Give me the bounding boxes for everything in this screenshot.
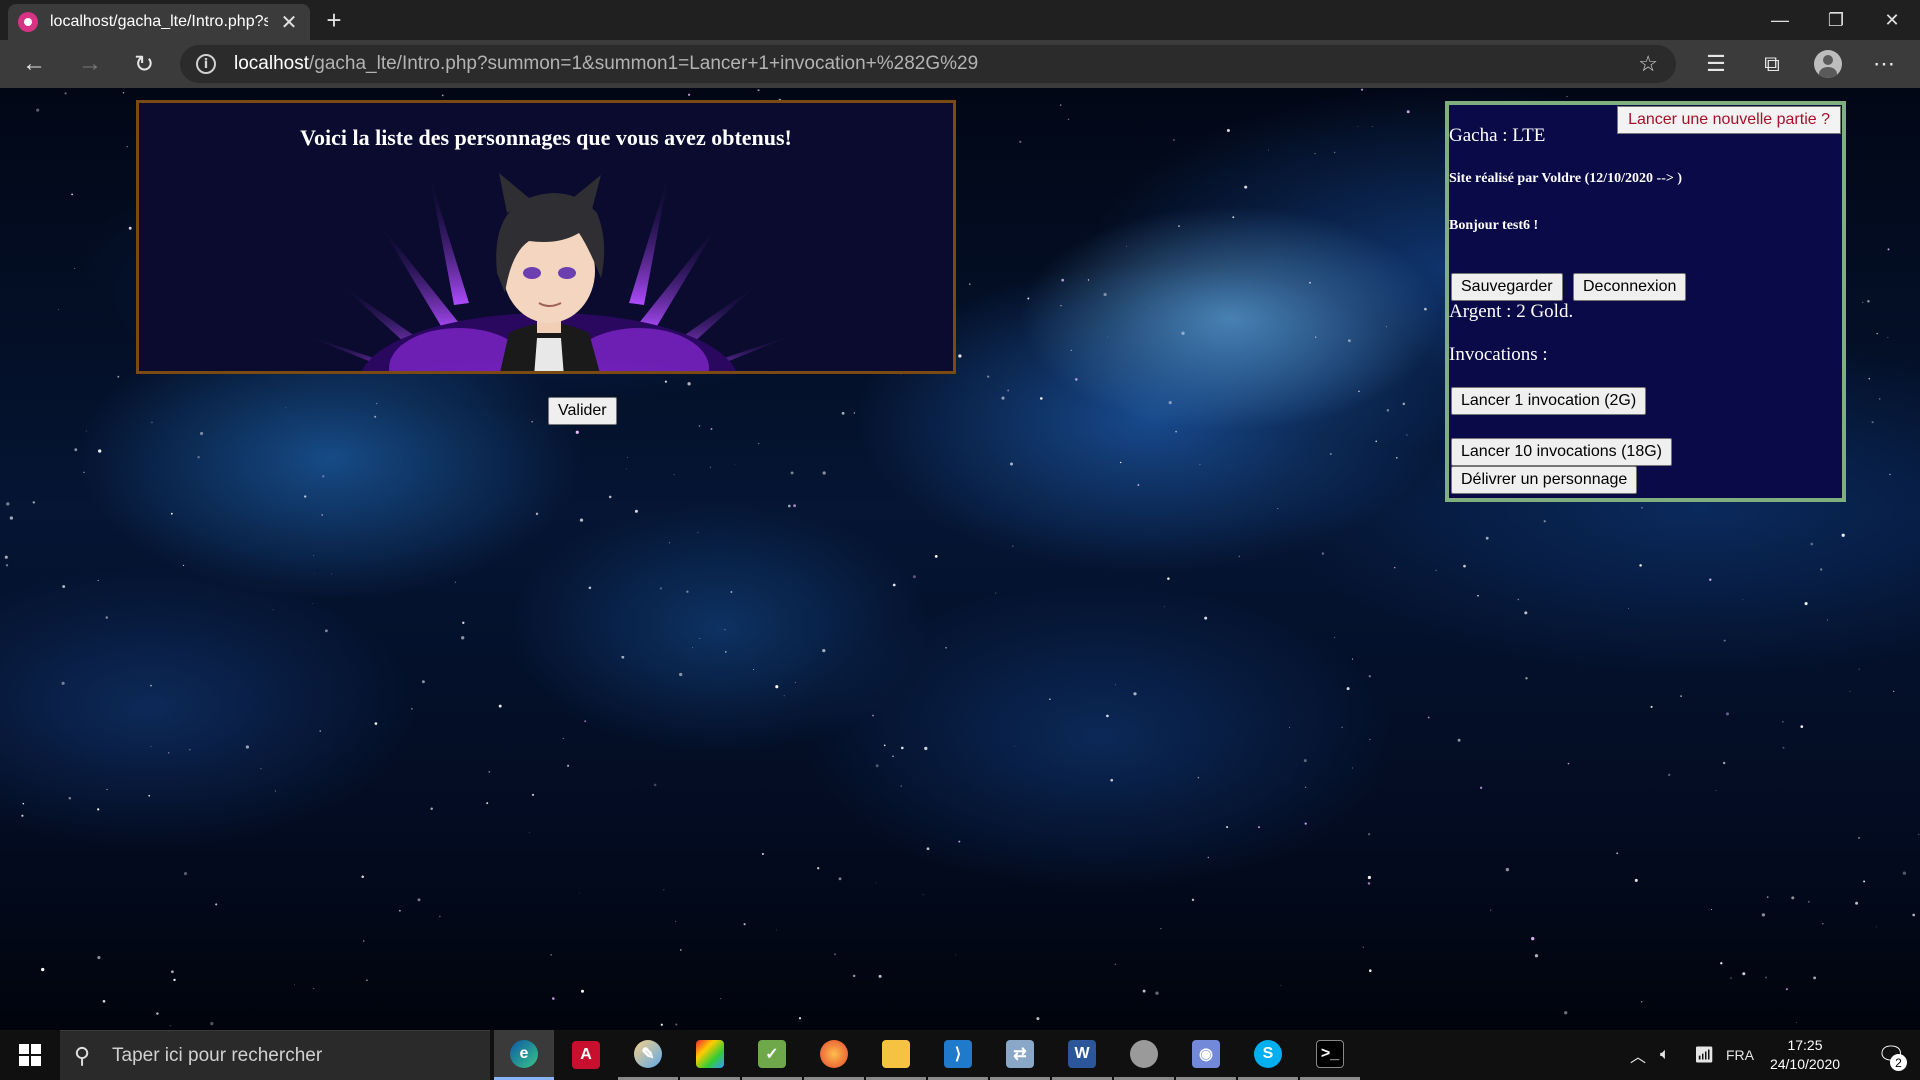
logout-button[interactable]: Deconnexion (1573, 273, 1687, 301)
windows-logo-icon (19, 1044, 41, 1066)
network-icon[interactable]: ⇄ (990, 1030, 1050, 1080)
browser-tab[interactable]: localhost/gacha_lte/Intro.php?su ✕ (8, 4, 310, 40)
profile-icon[interactable] (1808, 46, 1848, 82)
close-window-icon[interactable]: ✕ (1864, 0, 1920, 40)
favorites-list-icon[interactable]: ☰ (1696, 46, 1736, 82)
summon-one-button[interactable]: Lancer 1 invocation (2G) (1451, 387, 1647, 415)
acrobat-icon[interactable]: A (556, 1030, 616, 1080)
refresh-icon[interactable]: ↻ (124, 46, 164, 82)
money-balance: Argent : 2 Gold. (1449, 301, 1574, 322)
new-tab-icon[interactable]: + (316, 4, 352, 36)
edge-icon[interactable]: e (494, 1030, 554, 1080)
firefox-icon[interactable] (804, 1030, 864, 1080)
site-info-icon[interactable]: i (196, 54, 216, 74)
game-side-panel: Lancer une nouvelle partie ? Gacha : LTE… (1445, 101, 1846, 502)
validate-button[interactable]: Valider (548, 397, 617, 425)
user-greeting: Bonjour test6 ! (1449, 218, 1539, 233)
restore-icon[interactable]: ❐ (1808, 0, 1864, 40)
site-favicon-icon (18, 12, 38, 32)
windows-taskbar: ⚲ Taper ici pour rechercher e A ✎ ✓ ⟩ ⇄ … (0, 1030, 1920, 1080)
search-placeholder: Taper ici pour rechercher (112, 1044, 323, 1066)
minimize-icon[interactable]: — (1752, 0, 1808, 40)
browser-tab-bar: localhost/gacha_lte/Intro.php?su ✕ + — ❐… (0, 0, 1920, 40)
invocations-heading: Invocations : (1449, 344, 1548, 365)
release-character-button[interactable]: Délivrer un personnage (1451, 466, 1638, 494)
back-icon[interactable]: ← (14, 46, 54, 82)
colors-icon[interactable] (680, 1030, 740, 1080)
skype-icon[interactable]: S (1238, 1030, 1298, 1080)
forward-icon[interactable]: → (70, 46, 110, 82)
disc-icon[interactable] (1114, 1030, 1174, 1080)
tab-title: localhost/gacha_lte/Intro.php?su (50, 13, 268, 30)
favorite-star-icon[interactable]: ☆ (1638, 51, 1658, 77)
save-button[interactable]: Sauvegarder (1451, 273, 1563, 301)
result-title: Voici la liste des personnages que vous … (300, 125, 792, 150)
word-icon[interactable]: W (1052, 1030, 1112, 1080)
game-name: Gacha : LTE (1449, 125, 1546, 146)
url-text[interactable]: localhost/gacha_lte/Intro.php?summon=1&s… (234, 53, 978, 75)
volume-icon[interactable]: 🔈︎ (1660, 1030, 1670, 1080)
summon-ten-button[interactable]: Lancer 10 invocations (18G) (1451, 438, 1672, 466)
discord-icon[interactable]: ◉ (1176, 1030, 1236, 1080)
clock-time: 17:25 (1787, 1037, 1823, 1053)
browser-toolbar: ← → ↻ i localhost/gacha_lte/Intro.php?su… (0, 40, 1920, 88)
character-portrait-image (299, 173, 799, 371)
address-bar[interactable]: i localhost/gacha_lte/Intro.php?summon=1… (180, 45, 1676, 83)
collections-icon[interactable]: ⧉ (1752, 46, 1792, 82)
paint-icon[interactable]: ✎ (618, 1030, 678, 1080)
search-icon: ⚲ (74, 1042, 91, 1068)
explorer-icon[interactable] (866, 1030, 926, 1080)
more-options-icon[interactable]: ⋯ (1864, 46, 1904, 82)
show-hidden-icons-icon[interactable]: ︿ (1630, 1030, 1646, 1080)
terminal-icon[interactable]: >_ (1300, 1030, 1360, 1080)
taskbar-search-box[interactable]: ⚲ Taper ici pour rechercher (60, 1030, 490, 1080)
summon-result-panel: Voici la liste des personnages que vous … (136, 100, 956, 374)
wifi-icon[interactable]: 📶︎ (1694, 1030, 1714, 1080)
notification-badge: 2 (1890, 1054, 1907, 1071)
clock-date: 24/10/2020 (1769, 1056, 1841, 1072)
notification-center-icon[interactable]: 🗨︎ 2 (1862, 1030, 1920, 1080)
site-credit: Site réalisé par Voldre (12/10/2020 --> … (1449, 171, 1682, 186)
tab-close-icon[interactable]: ✕ (280, 10, 298, 35)
page-viewport: Voici la liste des personnages que vous … (0, 88, 1920, 1030)
start-button[interactable] (0, 1030, 60, 1080)
language-indicator[interactable]: FRA (1726, 1030, 1754, 1080)
new-game-button[interactable]: Lancer une nouvelle partie ? (1617, 106, 1841, 134)
system-clock[interactable]: 17:25 24/10/2020 (1760, 1036, 1850, 1074)
vscode-icon[interactable]: ⟩ (928, 1030, 988, 1080)
notepad-icon[interactable]: ✓ (742, 1030, 802, 1080)
